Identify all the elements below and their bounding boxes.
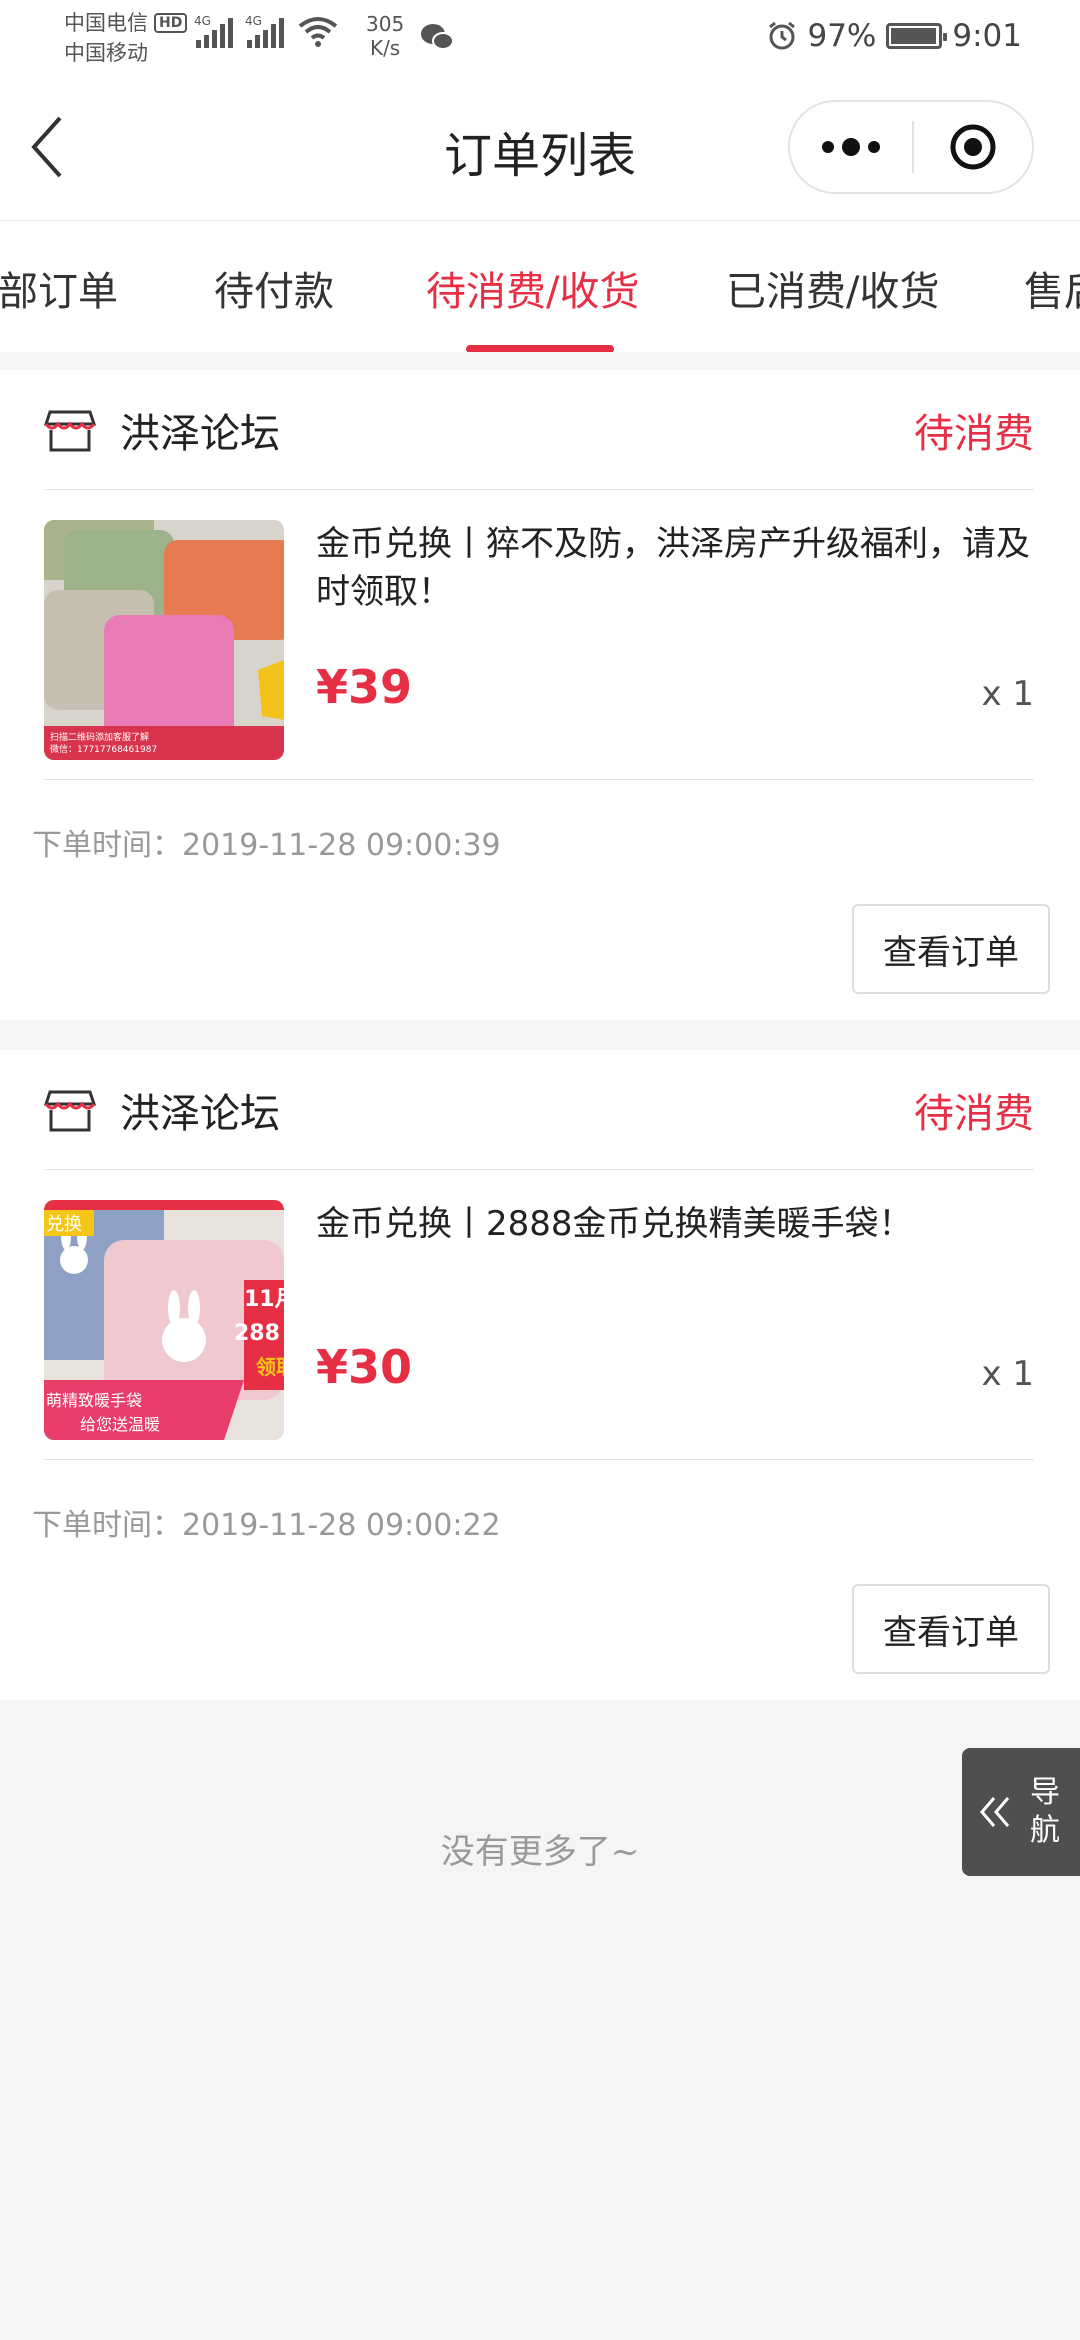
network-label: 4G <box>245 14 262 28</box>
floating-nav-label: 导航 <box>1030 1775 1060 1848</box>
shop-name: 洪泽论坛 <box>120 1090 280 1137</box>
order-status: 待消费 <box>914 410 1034 457</box>
cell-signal-icon: 4G <box>194 14 233 48</box>
order-card: 洪泽论坛 待消费 扫描二维码添加客服了解 微信：17717768461987 金… <box>0 370 1080 1020</box>
shop-icon <box>44 410 96 451</box>
order-card-header: 洪泽论坛 待消费 <box>44 370 1034 490</box>
thumb-caption: 微信：17717768461987 <box>50 743 157 755</box>
goods-thumbnail: 扫描二维码添加客服了解 微信：17717768461987 <box>44 520 284 760</box>
goods-quantity: x 1 <box>981 674 1034 714</box>
goods-price: ¥30 <box>316 1340 413 1394</box>
target-icon <box>950 124 996 170</box>
double-chevron-left-icon <box>980 1797 1010 1827</box>
tab-pending-consume[interactable]: 待消费/收货 <box>426 259 639 317</box>
goods-thumbnail: 兑换 11月2 288 领取 萌精致暖手袋 给您送温暖 <box>44 1200 284 1440</box>
status-bar: 中国电信 HD 中国移动 4G 4G 305 K/s 97% 9:01 <box>0 0 1080 74</box>
status-right: 97% 9:01 <box>767 18 1022 54</box>
close-miniprogram-button[interactable] <box>914 102 1032 192</box>
more-menu-button[interactable] <box>790 102 912 192</box>
dot-icon <box>842 138 860 156</box>
goods-title: 金币兑换丨猝不及防，洪泽房产升级福利，请及时领取！ <box>316 524 1030 612</box>
tab-after-sales[interactable]: 售后 <box>1024 259 1080 317</box>
thumb-side-text: 11月2 <box>244 1287 284 1312</box>
order-time: 下单时间：2019-11-28 09:00:22 <box>32 1508 501 1543</box>
goods-price: ¥39 <box>316 660 413 714</box>
goods-quantity: x 1 <box>981 1354 1034 1394</box>
navigation-bar: 订单列表 <box>0 74 1080 220</box>
no-more-text: 没有更多了~ <box>440 1832 640 1872</box>
battery-fill <box>891 28 936 44</box>
carrier-info: 中国电信 HD 中国移动 <box>64 8 188 68</box>
signal-indicators: 4G 4G <box>194 14 338 48</box>
goods-item[interactable]: 兑换 11月2 288 领取 萌精致暖手袋 给您送温暖 金币兑换丨2888金币兑… <box>44 1170 1034 1460</box>
clock: 9:01 <box>952 18 1022 54</box>
thumb-caption: 萌精致暖手袋 <box>46 1391 142 1410</box>
goods-item[interactable]: 扫描二维码添加客服了解 微信：17717768461987 金币兑换丨猝不及防，… <box>44 490 1034 780</box>
order-tabs: 部订单 待付款 待消费/收货 已消费/收货 售后 <box>0 220 1080 352</box>
order-status: 待消费 <box>914 1090 1034 1137</box>
tab-pending-payment[interactable]: 待付款 <box>214 259 334 317</box>
wifi-icon <box>298 17 338 47</box>
miniprogram-capsule <box>788 100 1034 194</box>
order-card-header: 洪泽论坛 待消费 <box>44 1050 1034 1170</box>
tab-all-orders[interactable]: 部订单 <box>0 259 118 317</box>
speed-value: 305 <box>366 12 405 36</box>
speed-unit: K/s <box>369 36 401 60</box>
carrier-1: 中国电信 <box>64 11 148 35</box>
floating-nav-button[interactable]: 导航 <box>962 1748 1080 1876</box>
goods-title: 金币兑换丨2888金币兑换精美暖手袋！ <box>316 1204 913 1244</box>
battery-icon <box>886 23 948 49</box>
active-tab-indicator <box>466 345 614 352</box>
shop-name: 洪泽论坛 <box>120 410 280 457</box>
thumb-side-text: 领取 <box>256 1355 284 1379</box>
view-order-button[interactable]: 查看订单 <box>852 1584 1050 1674</box>
network-label: 4G <box>194 14 211 28</box>
thumb-side-text: 288 <box>234 1321 280 1346</box>
dot-icon <box>822 141 834 153</box>
dot-icon <box>868 141 880 153</box>
carrier-2: 中国移动 <box>64 41 148 65</box>
battery-percent: 97% <box>807 18 877 54</box>
wechat-icon <box>421 24 454 50</box>
tab-consumed[interactable]: 已消费/收货 <box>726 259 939 317</box>
order-time: 下单时间：2019-11-28 09:00:39 <box>32 828 501 863</box>
cell-signal-icon: 4G <box>245 14 284 48</box>
network-speed: 305 K/s <box>366 12 404 60</box>
thumb-tag: 兑换 <box>46 1214 82 1235</box>
shop-icon <box>44 1090 96 1131</box>
alarm-icon <box>769 21 796 50</box>
order-card: 洪泽论坛 待消费 兑换 11月2 288 领取 <box>0 1050 1080 1700</box>
hd-badge: HD <box>154 13 188 33</box>
view-order-button[interactable]: 查看订单 <box>852 904 1050 994</box>
thumb-caption: 扫描二维码添加客服了解 <box>50 731 149 743</box>
thumb-caption: 给您送温暖 <box>80 1415 160 1434</box>
